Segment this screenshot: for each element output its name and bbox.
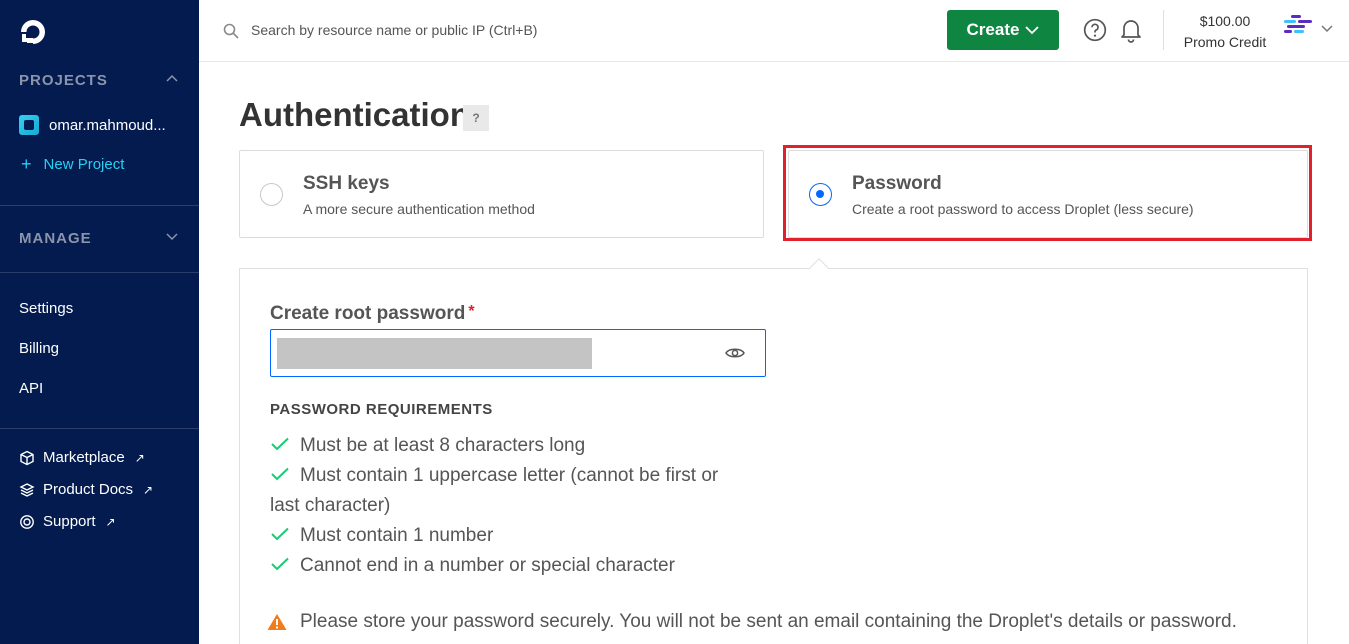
chevron-up-icon[interactable]	[166, 74, 178, 82]
product-docs-label: Product Docs	[43, 481, 134, 498]
password-radio[interactable]	[809, 183, 832, 206]
password-warning: Please store your password securely. You…	[267, 611, 1237, 633]
requirement-text: Cannot end in a number or special charac…	[300, 555, 675, 576]
page-title: Authentication	[239, 96, 470, 133]
chevron-down-icon[interactable]	[1321, 25, 1333, 33]
check-icon	[271, 527, 289, 541]
check-icon	[271, 467, 289, 481]
help-badge[interactable]: ?	[463, 105, 489, 131]
requirement-item: Must contain 1 number	[270, 521, 750, 551]
sidebar-divider	[0, 205, 199, 206]
sidebar-item-api[interactable]: API	[19, 380, 43, 397]
sidebar-item-project[interactable]: omar.mahmoud...	[19, 115, 166, 135]
requirement-item: Cannot end in a number or special charac…	[270, 551, 750, 581]
eye-icon[interactable]	[725, 346, 745, 360]
ssh-keys-radio[interactable]	[260, 183, 283, 206]
ssh-keys-option[interactable]: SSH keys A more secure authentication me…	[239, 150, 764, 238]
requirement-item: Must be at least 8 characters long	[270, 431, 750, 461]
requirements-list: Must be at least 8 characters long Must …	[270, 431, 750, 581]
project-icon	[19, 115, 39, 135]
chevron-down-icon[interactable]	[166, 233, 178, 241]
projects-heading: PROJECTS	[19, 72, 108, 89]
new-project-label: New Project	[43, 155, 125, 173]
external-link-icon: ↗	[105, 514, 116, 529]
sidebar-item-marketplace[interactable]: Marketplace ↗	[19, 449, 145, 466]
requirement-item: Must contain 1 uppercase letter (cannot …	[270, 461, 750, 521]
search-icon	[223, 23, 239, 39]
ssh-keys-title: SSH keys	[303, 173, 390, 194]
help-icon[interactable]	[1083, 18, 1107, 42]
new-project-link[interactable]: + New Project	[21, 155, 124, 173]
password-option[interactable]: Password Create a root password to acces…	[788, 150, 1308, 238]
ssh-keys-description: A more secure authentication method	[303, 201, 535, 217]
plus-icon: +	[21, 154, 32, 174]
create-button-label: Create	[966, 20, 1020, 39]
credit-label: Promo Credit	[1183, 34, 1267, 50]
cube-icon	[20, 450, 34, 465]
sidebar-item-settings[interactable]: Settings	[19, 300, 73, 317]
create-button[interactable]: Create	[947, 10, 1059, 50]
sidebar-item-support[interactable]: Support ↗	[19, 513, 116, 530]
lifebuoy-icon	[20, 514, 34, 529]
check-icon	[271, 557, 289, 571]
password-description: Create a root password to access Droplet…	[852, 201, 1194, 217]
requirement-text: Must contain 1 number	[300, 525, 494, 546]
marketplace-label: Marketplace	[43, 449, 125, 466]
warning-text: Please store your password securely. You…	[300, 611, 1237, 632]
warning-icon	[267, 614, 287, 630]
password-field-label: Create root password *	[270, 303, 475, 325]
chevron-down-icon	[1025, 25, 1040, 34]
requirement-text: Must contain 1 uppercase letter (cannot …	[270, 465, 719, 516]
external-link-icon: ↗	[143, 482, 154, 497]
requirements-heading: PASSWORD REQUIREMENTS	[270, 401, 493, 418]
sidebar-item-billing[interactable]: Billing	[19, 340, 59, 357]
top-header: Create $100.00 Promo Credit	[199, 0, 1349, 62]
sidebar-item-product-docs[interactable]: Product Docs ↗	[19, 481, 153, 498]
password-input[interactable]	[270, 329, 766, 377]
header-divider	[1163, 10, 1164, 50]
password-title: Password	[852, 173, 942, 194]
requirement-text: Must be at least 8 characters long	[300, 435, 586, 456]
project-name: omar.mahmoud...	[49, 116, 166, 134]
sidebar: PROJECTS omar.mahmoud... + New Project M…	[0, 0, 199, 644]
check-icon	[271, 437, 289, 451]
bell-icon[interactable]	[1119, 17, 1143, 43]
promo-credit[interactable]: $100.00 Promo Credit	[1177, 11, 1273, 53]
password-label-text: Create root password	[270, 303, 466, 324]
password-redacted-value	[277, 338, 592, 369]
required-marker: *	[468, 303, 475, 320]
digitalocean-logo-icon[interactable]	[18, 17, 48, 47]
external-link-icon: ↗	[134, 450, 145, 465]
avatar[interactable]	[1281, 13, 1315, 37]
credit-amount: $100.00	[1199, 13, 1251, 29]
sidebar-divider	[0, 272, 199, 273]
sidebar-divider	[0, 428, 199, 429]
layers-icon	[19, 482, 35, 497]
search-input[interactable]	[251, 14, 811, 46]
support-label: Support	[43, 513, 96, 530]
manage-heading: MANAGE	[19, 230, 92, 247]
